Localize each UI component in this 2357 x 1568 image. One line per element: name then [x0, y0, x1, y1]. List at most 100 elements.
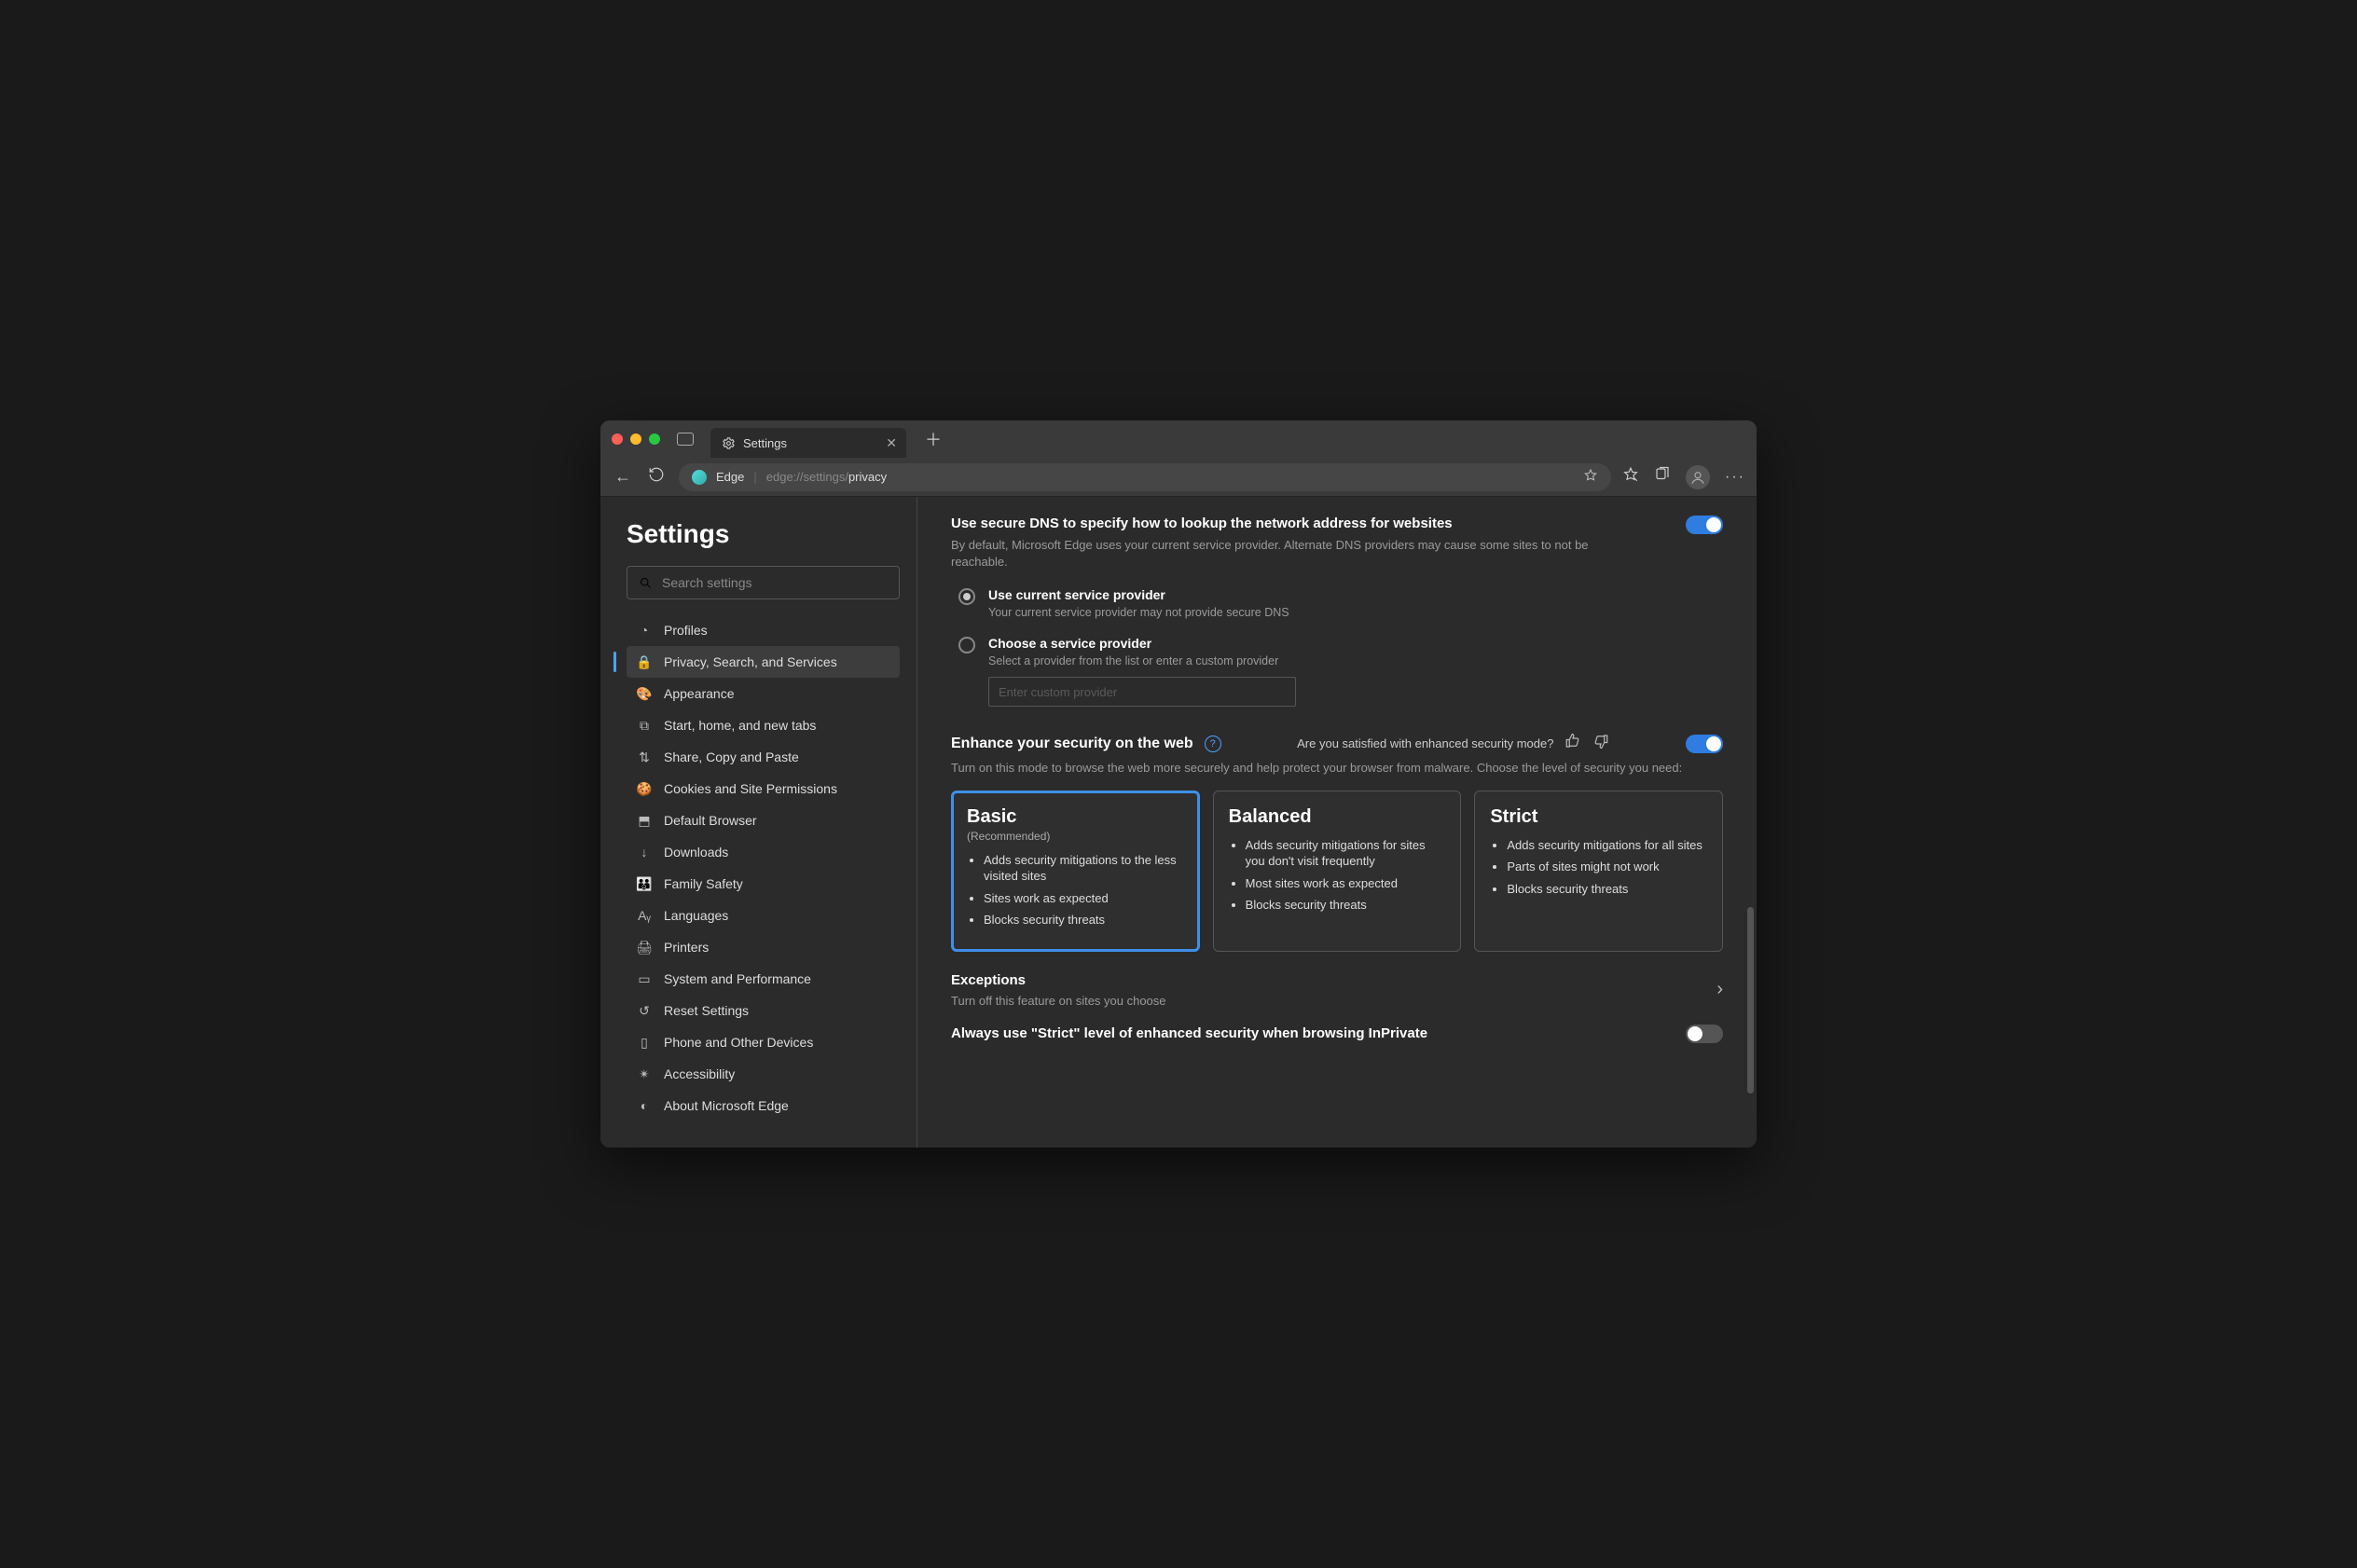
nav-icon: 👪: [636, 876, 653, 892]
collections-icon[interactable]: [1654, 466, 1671, 488]
nav-icon: ⬒: [636, 813, 653, 829]
nav-icon: ↺: [636, 1003, 653, 1019]
tab-settings[interactable]: Settings ✕: [710, 428, 906, 458]
settings-main: Use secure DNS to specify how to lookup …: [917, 497, 1757, 1148]
nav-label: Downloads: [664, 845, 728, 860]
nav-icon: 🔒: [636, 654, 653, 670]
window-controls: [612, 433, 660, 445]
security-card-balanced[interactable]: BalancedAdds security mitigations for si…: [1213, 791, 1462, 952]
card-bullet: Most sites work as expected: [1246, 875, 1446, 892]
menu-button[interactable]: ···: [1725, 469, 1745, 486]
security-card-basic[interactable]: Basic(Recommended)Adds security mitigati…: [951, 791, 1200, 952]
sidebar-item-profiles[interactable]: ◔ Profiles: [627, 614, 900, 646]
tab-title: Settings: [743, 436, 787, 450]
enhance-security-toggle[interactable]: [1686, 735, 1723, 753]
secure-dns-title: Use secure DNS to specify how to lookup …: [951, 516, 1673, 531]
site-label: Edge: [716, 470, 744, 484]
toolbar-actions: ···: [1622, 465, 1745, 489]
nav-icon: ◐: [636, 1098, 653, 1113]
sidebar-item-family-safety[interactable]: 👪 Family Safety: [627, 868, 900, 900]
sidebar-item-downloads[interactable]: ↓Downloads: [627, 836, 900, 868]
separator: |: [753, 470, 756, 484]
radio-current-provider[interactable]: [958, 588, 975, 605]
dns-option-choose[interactable]: Choose a service provider Select a provi…: [951, 636, 1723, 667]
dns-opt1-title: Use current service provider: [988, 587, 1289, 602]
card-bullet: Adds security mitigations for all sites: [1507, 837, 1707, 854]
nav-label: About Microsoft Edge: [664, 1098, 789, 1113]
scrollbar[interactable]: [1747, 907, 1754, 1093]
sidebar-item-phone-and-other-devices[interactable]: ▯Phone and Other Devices: [627, 1026, 900, 1058]
close-tab-button[interactable]: ✕: [886, 435, 897, 451]
maximize-window-button[interactable]: [649, 433, 660, 445]
favorite-star-icon[interactable]: [1583, 468, 1598, 486]
card-title: Balanced: [1229, 806, 1446, 828]
nav-label: Start, home, and new tabs: [664, 718, 816, 733]
sidebar-item-reset-settings[interactable]: ↺ Reset Settings: [627, 995, 900, 1026]
nav-label: Share, Copy and Paste: [664, 750, 799, 764]
toolbar: ← Edge | edge://settings/privacy ···: [600, 458, 1757, 497]
radio-choose-provider[interactable]: [958, 637, 975, 653]
survey-text: Are you satisfied with enhanced security…: [1297, 736, 1553, 750]
always-strict-label: Always use "Strict" level of enhanced se…: [951, 1025, 1427, 1041]
url-text: edge://settings/privacy: [766, 470, 887, 484]
card-bullet: Adds security mitigations to the less vi…: [984, 852, 1184, 885]
enhance-security-section: Enhance your security on the web ? Are y…: [951, 733, 1723, 1042]
card-bullet: Blocks security threats: [1246, 897, 1446, 914]
page-title: Settings: [627, 519, 900, 549]
address-bar[interactable]: Edge | edge://settings/privacy: [679, 463, 1611, 491]
profile-avatar[interactable]: [1686, 465, 1710, 489]
custom-provider-input: [988, 677, 1296, 707]
nav-label: System and Performance: [664, 971, 811, 986]
new-tab-button[interactable]: ＋: [925, 427, 942, 451]
sidebar-item-appearance[interactable]: 🎨Appearance: [627, 678, 900, 709]
secure-dns-toggle[interactable]: [1686, 516, 1723, 534]
card-bullet: Blocks security threats: [1507, 881, 1707, 898]
sidebar-item-languages[interactable]: Aᵧ Languages: [627, 900, 900, 931]
nav-icon: ⧉: [636, 718, 653, 734]
dns-opt1-desc: Your current service provider may not pr…: [988, 606, 1289, 619]
card-title: Basic: [967, 806, 1184, 828]
nav-label: Languages: [664, 908, 728, 923]
sidebar-item-start-home-and-new-tabs[interactable]: ⧉ Start, home, and new tabs: [627, 709, 900, 741]
exceptions-title: Exceptions: [951, 972, 1166, 988]
thumbs-down-icon[interactable]: [1592, 733, 1609, 754]
tab-overview-icon[interactable]: [677, 433, 694, 446]
secure-dns-desc: By default, Microsoft Edge uses your cur…: [951, 537, 1604, 571]
refresh-button[interactable]: [645, 466, 668, 488]
sidebar-item-printers[interactable]: 🖨Printers: [627, 931, 900, 963]
nav-icon: 🎨: [636, 686, 653, 702]
back-button[interactable]: ←: [612, 467, 634, 487]
nav-icon: ⇅: [636, 750, 653, 765]
sidebar-item-share-copy-and-paste[interactable]: ⇅ Share, Copy and Paste: [627, 741, 900, 773]
always-strict-toggle[interactable]: [1686, 1025, 1723, 1043]
exceptions-row[interactable]: Exceptions Turn off this feature on site…: [951, 972, 1723, 1008]
sidebar-item-system-and-performance[interactable]: ▭System and Performance: [627, 963, 900, 995]
chevron-right-icon: ›: [1716, 979, 1723, 1000]
close-window-button[interactable]: [612, 433, 623, 445]
sidebar-item-default-browser[interactable]: ⬒ Default Browser: [627, 805, 900, 836]
nav-label: Cookies and Site Permissions: [664, 781, 837, 796]
sidebar-item-about-microsoft-edge[interactable]: ◐ About Microsoft Edge: [627, 1090, 900, 1121]
nav-icon: ◔: [636, 623, 653, 638]
search-settings[interactable]: [627, 566, 900, 599]
gear-icon: [722, 436, 736, 450]
sidebar-item-accessibility[interactable]: ✴Accessibility: [627, 1058, 900, 1090]
dns-opt2-desc: Select a provider from the list or enter…: [988, 654, 1278, 667]
browser-window: Settings ✕ ＋ ← Edge | edge://settings/pr…: [600, 420, 1757, 1148]
nav-label: Profiles: [664, 623, 708, 638]
help-icon[interactable]: ?: [1205, 736, 1221, 752]
search-icon: [639, 576, 653, 590]
favorites-icon[interactable]: [1622, 466, 1639, 488]
thumbs-up-icon[interactable]: [1564, 733, 1581, 754]
dns-option-current[interactable]: Use current service provider Your curren…: [951, 587, 1723, 619]
sidebar-item-privacy-search-and-services[interactable]: 🔒Privacy, Search, and Services: [627, 646, 900, 678]
search-input[interactable]: [662, 575, 888, 590]
nav-icon: Aᵧ: [636, 908, 653, 923]
nav-label: Reset Settings: [664, 1003, 749, 1018]
minimize-window-button[interactable]: [630, 433, 641, 445]
nav-label: Default Browser: [664, 813, 757, 828]
security-card-strict[interactable]: StrictAdds security mitigations for all …: [1474, 791, 1723, 952]
nav-label: Printers: [664, 940, 709, 955]
sidebar-item-cookies-and-site-permissions[interactable]: 🍪Cookies and Site Permissions: [627, 773, 900, 805]
nav-label: Family Safety: [664, 876, 743, 891]
